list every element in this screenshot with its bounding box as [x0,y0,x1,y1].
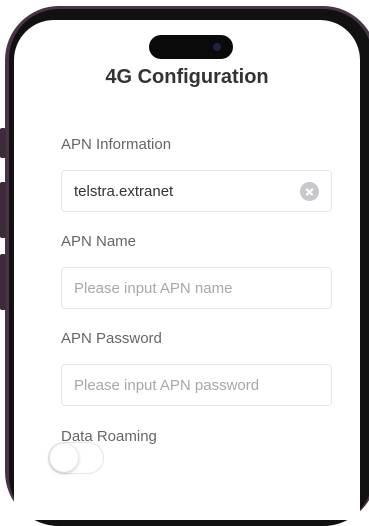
apn-name-label: APN Name [61,233,137,250]
apn-password-input[interactable]: Please input APN password [61,364,332,406]
apn-password-label: APN Password [61,330,162,347]
apn-information-value: telstra.extranet [74,183,174,200]
apn-name-placeholder: Please input APN name [74,280,233,297]
apn-information-label: APN Information [61,136,172,153]
page-title: 4G Configuration [105,66,269,88]
dynamic-island [149,35,233,59]
clear-circle-icon[interactable] [300,182,319,201]
apn-name-input[interactable]: Please input APN name [61,267,332,309]
side-button-volume-down [0,254,6,310]
camera-icon [213,43,221,51]
side-button-action [0,128,6,158]
side-button-volume-up [0,182,6,238]
apn-password-placeholder: Please input APN password [74,377,260,394]
data-roaming-toggle[interactable] [48,442,104,474]
toggle-knob [50,444,78,472]
apn-information-input[interactable]: telstra.extranet [61,170,332,212]
